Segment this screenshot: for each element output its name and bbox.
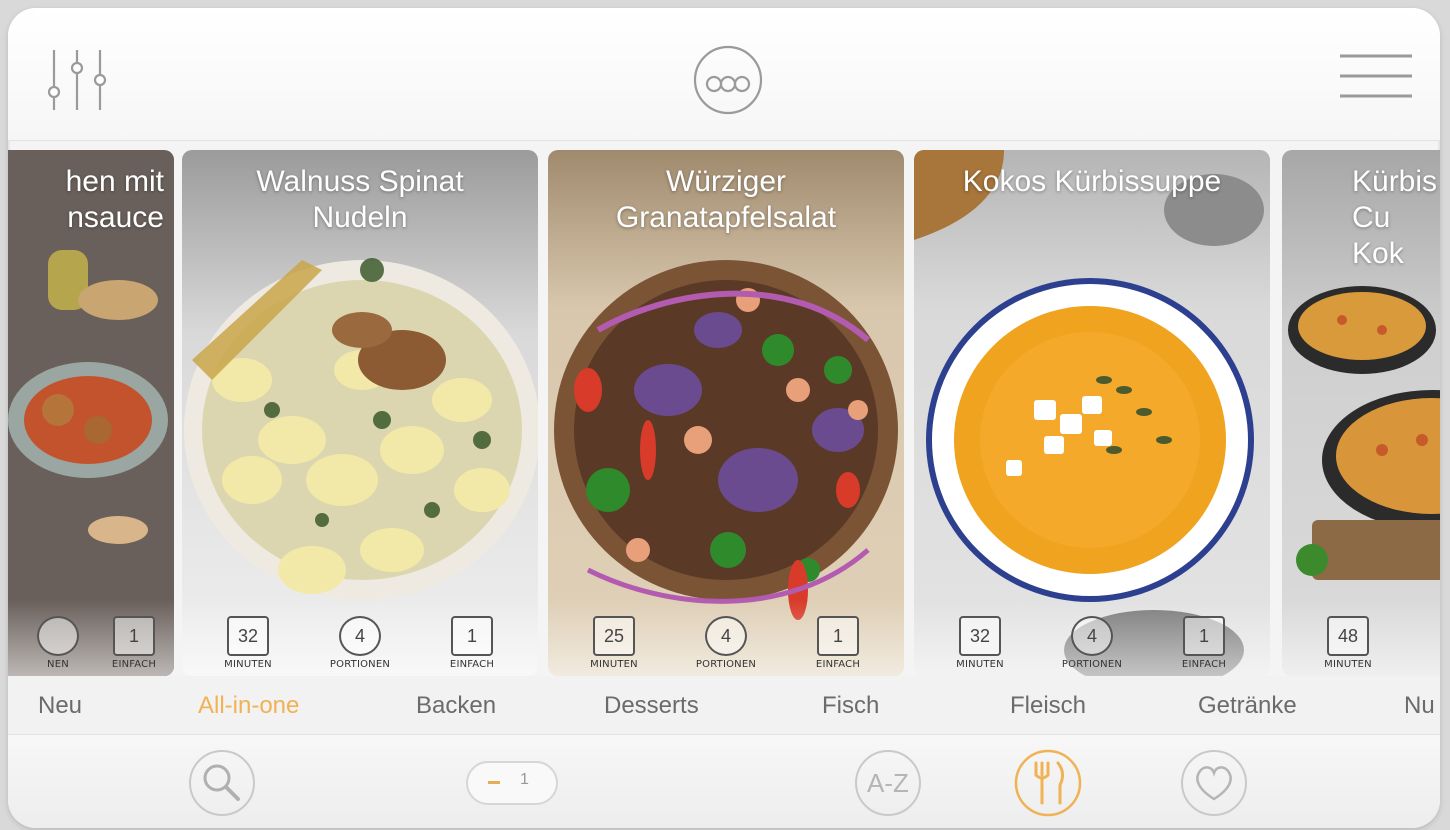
hamburger-menu-icon[interactable] — [1338, 52, 1414, 102]
recipe-card[interactable]: Walnuss Spinat Nudeln 32 MINUTEN 4 PORTI… — [182, 150, 538, 676]
a-z-icon[interactable]: A-Z — [852, 747, 924, 819]
recipe-title: Würziger Granatapfelsalat — [615, 165, 837, 234]
recipe-carousel[interactable]: hen mit nsauce NEN 1 EINFACH Walnuss Spi… — [8, 140, 1440, 676]
difficulty-stat: 1 EINFACH — [84, 616, 174, 670]
sliders-icon[interactable] — [42, 44, 112, 114]
bottom-nav: 1 A-Z — [8, 734, 1440, 828]
difficulty-value: 1 — [817, 616, 859, 656]
recipe-card[interactable]: hen mit nsauce NEN 1 EINFACH — [8, 150, 174, 676]
difficulty-stat: 1 EINFACH — [788, 616, 888, 670]
portions-stat: 4 PORTIONEN — [310, 616, 410, 670]
category-nu[interactable]: Nu — [1404, 692, 1435, 720]
a-z-label: A-Z — [867, 768, 909, 798]
brand-logo — [693, 45, 763, 115]
pager-dash — [488, 781, 500, 784]
category-getraenke[interactable]: Getränke — [1198, 692, 1297, 720]
category-neu[interactable]: Neu — [38, 692, 82, 720]
plate-icon: 4 — [339, 616, 381, 656]
pot-time-icon: 48 — [1327, 616, 1369, 656]
category-bar: Neu All-in-one Backen Desserts Fisch Fle… — [8, 676, 1440, 734]
time-stat: 32 MINUTEN — [930, 616, 1030, 670]
pot-time-icon: 25 — [593, 616, 635, 656]
cutlery-icon[interactable] — [1012, 747, 1084, 819]
pager-value: 1 — [520, 771, 529, 788]
difficulty-value: 1 — [451, 616, 493, 656]
recipe-title: hen mit nsauce — [65, 165, 164, 234]
time-stat: 25 MINUTEN — [564, 616, 664, 670]
top-bar — [8, 8, 1440, 141]
portions-stat: 4 PORTIONEN — [676, 616, 776, 670]
search-icon[interactable] — [186, 747, 258, 819]
time-stat: 32 MINUTEN — [198, 616, 298, 670]
page-indicator[interactable]: 1 — [466, 761, 558, 805]
plate-icon: 4 — [1071, 616, 1113, 656]
heart-icon[interactable] — [1178, 747, 1250, 819]
difficulty-stat: 1 EINFACH — [1154, 616, 1254, 670]
difficulty-label: EINFACH — [111, 659, 157, 670]
recipe-stats: 32 MINUTEN 4 PORTIONEN 1 EINFACH — [182, 600, 538, 676]
category-fisch[interactable]: Fisch — [822, 692, 879, 720]
difficulty-stat: 1 EINFACH — [422, 616, 522, 670]
recipe-title: Walnuss Spinat Nudeln — [256, 165, 464, 234]
time-stat: 48 MINUTEN — [1298, 616, 1398, 670]
plate-icon: 4 — [705, 616, 747, 656]
pot-time-icon: 32 — [959, 616, 1001, 656]
category-all-in-one[interactable]: All-in-one — [198, 692, 299, 720]
recipe-stats: NEN 1 EINFACH — [8, 600, 174, 676]
category-backen[interactable]: Backen — [416, 692, 496, 720]
recipe-card[interactable]: Kokos Kürbissuppe 32 MINUTEN 4 PORTIONEN… — [914, 150, 1270, 676]
difficulty-value: 1 — [113, 616, 155, 656]
recipe-card[interactable]: Kürbis Cu Kok 48 MINUTEN — [1282, 150, 1440, 676]
difficulty-value: 1 — [1183, 616, 1225, 656]
device-frame: hen mit nsauce NEN 1 EINFACH Walnuss Spi… — [8, 8, 1440, 828]
recipe-stats: 48 MINUTEN — [1282, 600, 1440, 676]
recipe-card[interactable]: Würziger Granatapfelsalat 25 MINUTEN 4 P… — [548, 150, 904, 676]
pot-time-icon: 32 — [227, 616, 269, 656]
recipe-title: Kokos Kürbissuppe — [962, 165, 1222, 198]
portions-stat: 4 PORTIONEN — [1042, 616, 1142, 670]
recipe-stats: 25 MINUTEN 4 PORTIONEN 1 EINFACH — [548, 600, 904, 676]
recipe-image — [914, 150, 1264, 676]
category-desserts[interactable]: Desserts — [604, 692, 699, 720]
recipe-title: Kürbis Cu Kok — [1352, 165, 1438, 270]
plate-icon — [37, 616, 79, 656]
category-fleisch[interactable]: Fleisch — [1010, 692, 1086, 720]
recipe-stats: 32 MINUTEN 4 PORTIONEN 1 EINFACH — [914, 600, 1270, 676]
